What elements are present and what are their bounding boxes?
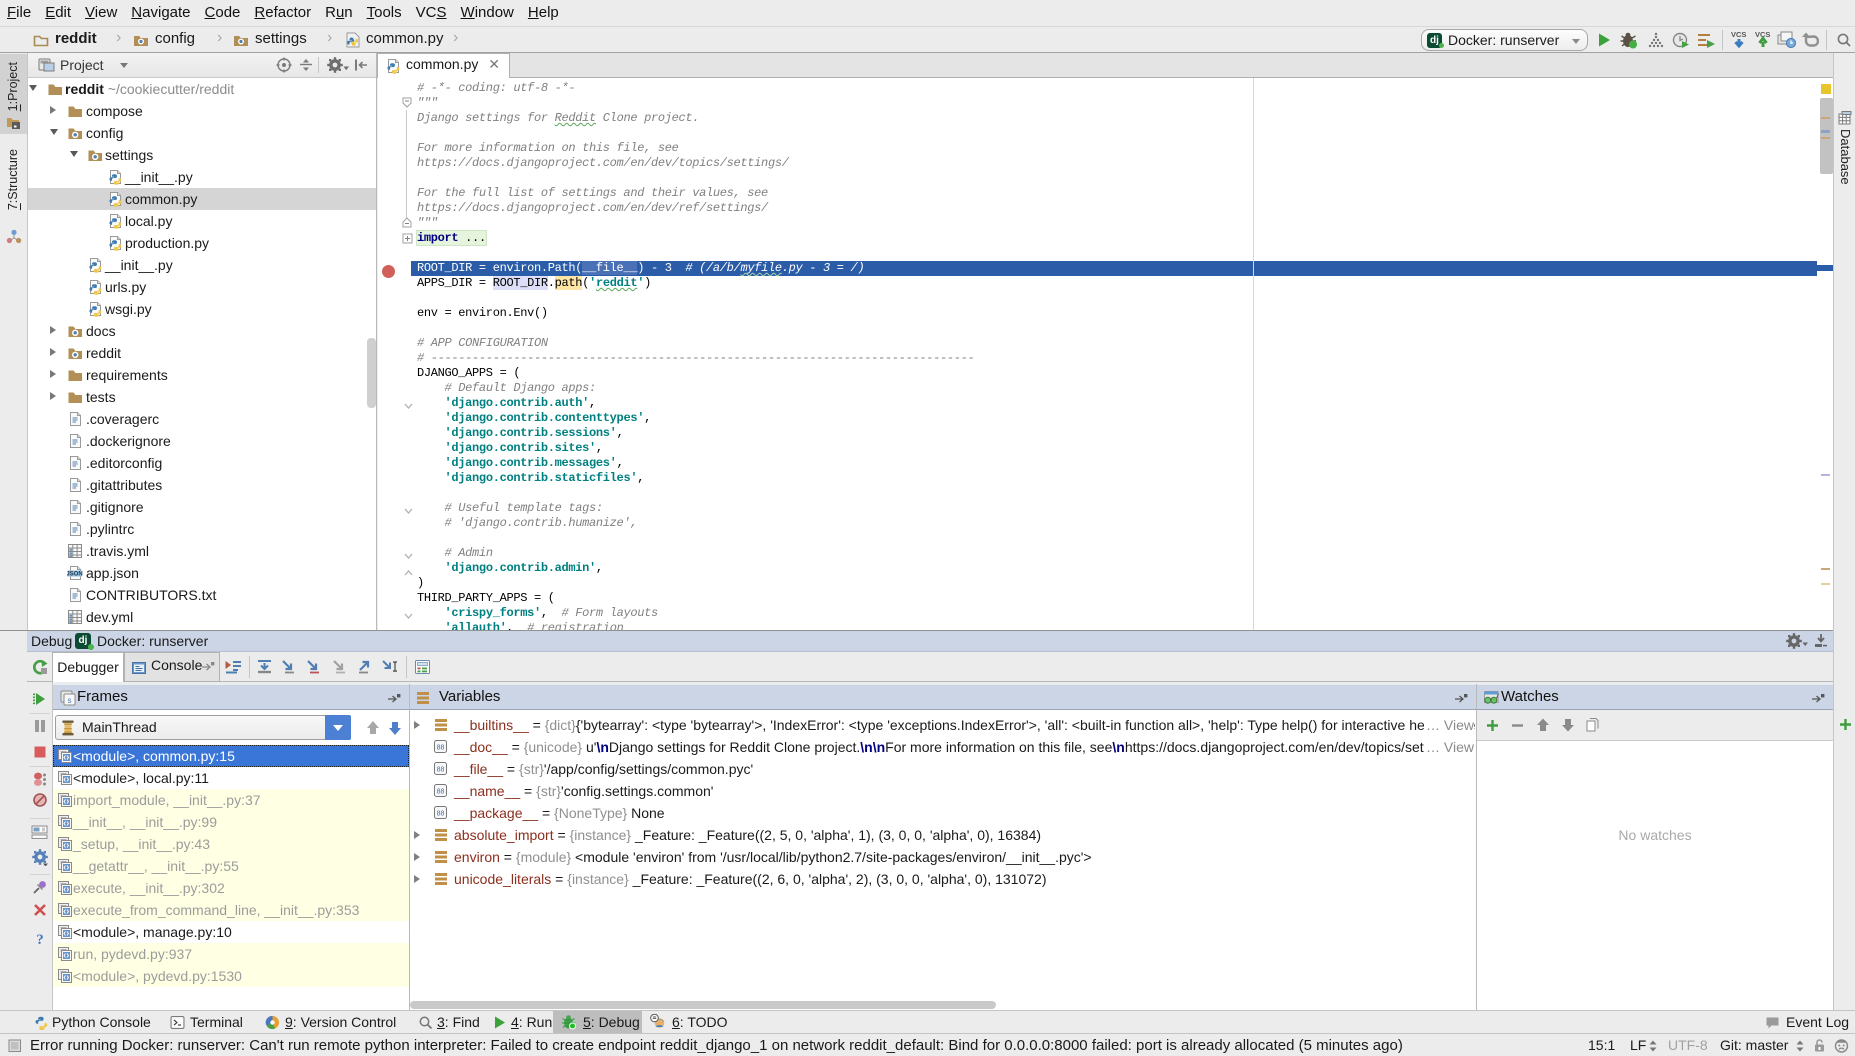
svg-text:s: s	[68, 696, 72, 705]
svg-text:?: ?	[36, 932, 44, 946]
svg-text:JSON: JSON	[67, 571, 83, 577]
svg-text:88: 88	[437, 767, 445, 774]
svg-text:88: 88	[437, 789, 445, 796]
svg-text:88: 88	[437, 811, 445, 818]
svg-text:88: 88	[437, 745, 445, 752]
svg-text:VCS: VCS	[1731, 30, 1746, 39]
